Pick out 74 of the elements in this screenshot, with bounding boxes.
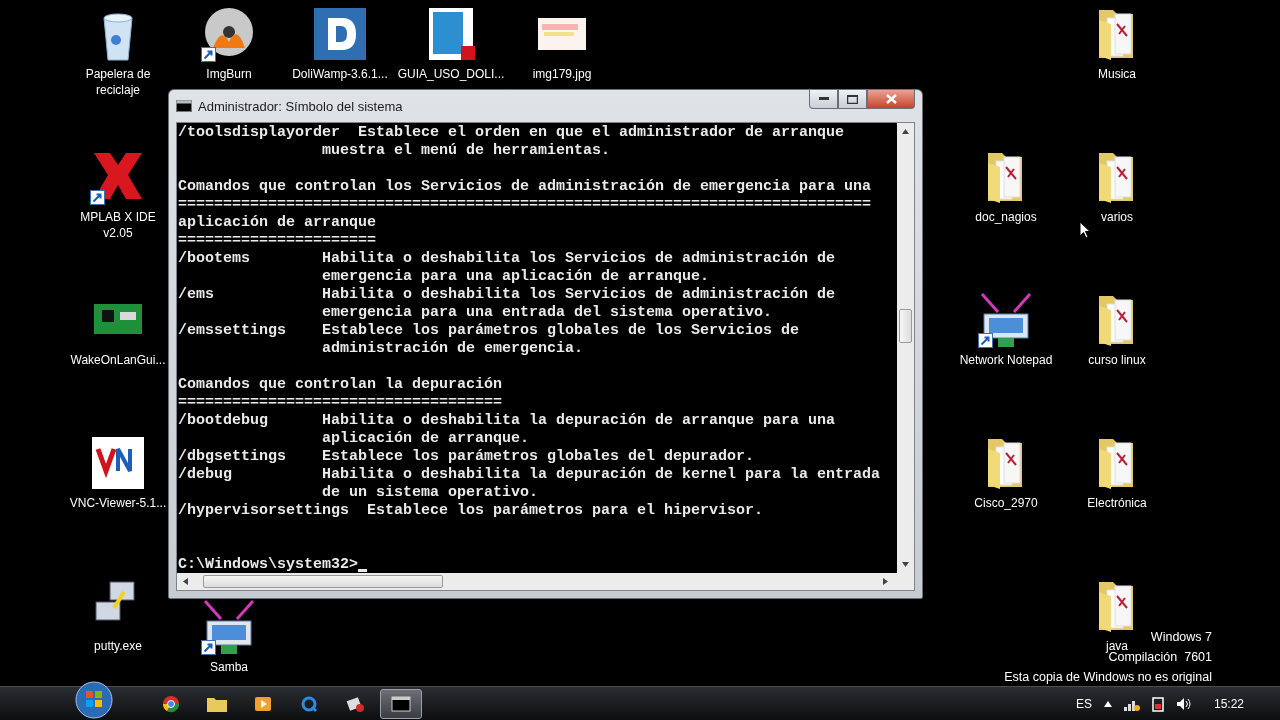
console-line: administración de emergencia. bbox=[321, 340, 585, 358]
console-line: /ems Habilita o deshabilita los Servicios de administración de bbox=[178, 286, 837, 304]
console-line: /emssettings Establece los parámetros globales de los Servicios de bbox=[178, 322, 801, 340]
vertical-scrollbar[interactable] bbox=[897, 123, 914, 573]
horizontal-scrollbar[interactable] bbox=[177, 573, 914, 590]
media-player-icon bbox=[254, 694, 272, 713]
icon-label[interactable]: MPLAB X IDE v2.05 bbox=[69, 209, 167, 241]
console-line: /bootdebug Habilita o deshabilita la depuración de arranque para una bbox=[178, 412, 837, 430]
icon-label[interactable]: VNC-Viewer-5.1... bbox=[69, 495, 167, 511]
console-line: /debug Habilita o deshabilita la depuración de kernel para la entrada bbox=[178, 466, 882, 484]
icon-label[interactable]: Cisco_2970 bbox=[974, 495, 1038, 511]
icon-label[interactable]: ImgBurn bbox=[206, 66, 252, 82]
scrollbar-thumb[interactable] bbox=[203, 575, 443, 588]
icon-label[interactable]: Musica bbox=[1098, 66, 1136, 82]
console-icon bbox=[391, 695, 411, 712]
icon-label[interactable]: img179.jpg bbox=[532, 66, 592, 82]
console-line: /bootems Habilita o deshabilita los Servicios de administración de bbox=[178, 250, 837, 268]
start-button[interactable] bbox=[74, 680, 114, 720]
command-prompt: C:\Windows\system32> bbox=[178, 556, 359, 573]
scroll-up-icon[interactable] bbox=[901, 127, 910, 136]
q-logo-icon bbox=[300, 694, 318, 713]
language-indicator[interactable]: ES bbox=[1075, 696, 1092, 711]
mouse-cursor-icon bbox=[1079, 221, 1091, 239]
maximize-button[interactable] bbox=[838, 90, 867, 109]
console-line: Comandos que controlan los Servicios de administración de emergencia para una bbox=[178, 178, 873, 196]
window-title: Administrador: Símbolo del sistema bbox=[198, 98, 404, 114]
scroll-right-icon[interactable] bbox=[881, 577, 890, 586]
close-icon bbox=[885, 94, 897, 104]
icon-label[interactable]: Network Notepad bbox=[959, 352, 1053, 368]
maximize-icon bbox=[847, 94, 858, 104]
close-button[interactable] bbox=[867, 90, 915, 109]
scrollbar-thumb[interactable] bbox=[899, 309, 912, 343]
icon-label[interactable]: GUIA_USO_DOLI... bbox=[397, 66, 505, 82]
show-hidden-icons-icon[interactable] bbox=[1103, 700, 1112, 707]
browser-icon bbox=[162, 694, 180, 713]
console-line: Comandos que controlan la depuración bbox=[178, 376, 504, 394]
console-line: emergencia para una entrada del sistema operativo. bbox=[321, 304, 774, 322]
console-line: ====================== bbox=[178, 232, 378, 250]
watermark-text: Windows 7 bbox=[1150, 629, 1212, 646]
console-line: de un sistema operativo. bbox=[321, 484, 540, 502]
watermark-text: Esta copia de Windows no es original bbox=[1004, 669, 1212, 686]
speaker-icon[interactable] bbox=[1175, 696, 1192, 711]
scroll-left-icon[interactable] bbox=[181, 577, 190, 586]
icon-label[interactable]: Electrónica bbox=[1087, 495, 1147, 511]
network-computer-icon bbox=[978, 292, 1034, 348]
icon-label[interactable]: putty.exe bbox=[94, 638, 142, 654]
console-icon bbox=[176, 100, 192, 112]
icon-label[interactable]: WakeOnLanGui... bbox=[70, 352, 166, 368]
minimize-button[interactable] bbox=[809, 90, 838, 109]
icon-label[interactable]: varios bbox=[1101, 209, 1133, 225]
vnc-logo-icon bbox=[90, 435, 146, 491]
network-tool-icon bbox=[345, 694, 365, 713]
icon-label[interactable]: java bbox=[1106, 638, 1128, 654]
console-line: /hypervisorsettings Establece los parámetros para el hipervisor. bbox=[178, 502, 765, 520]
battery-icon[interactable] bbox=[1151, 695, 1164, 712]
icon-label[interactable]: DoliWamp-3.6.1... bbox=[292, 66, 388, 82]
console-line: muestra el menú de herramientas. bbox=[321, 142, 612, 160]
console-line: /dbgsettings Establece los parámetros globales del depurador. bbox=[178, 448, 756, 466]
console-line: ==================================== bbox=[178, 394, 504, 412]
app-tile-icon bbox=[312, 6, 368, 62]
console-line: aplicación de arranque bbox=[178, 214, 378, 232]
clock[interactable]: 15:22 bbox=[1213, 696, 1244, 711]
minimize-icon bbox=[818, 97, 829, 101]
icon-label[interactable]: Papelera de reciclaje bbox=[69, 66, 167, 98]
scroll-down-icon[interactable] bbox=[901, 560, 910, 569]
icon-label[interactable]: doc_nagios bbox=[975, 209, 1037, 225]
console-line: emergencia para una aplicación de arranque. bbox=[321, 268, 711, 286]
icon-label[interactable]: curso linux bbox=[1088, 352, 1146, 368]
icon-label[interactable]: Samba bbox=[210, 659, 248, 676]
console-line: ============================================================================= bbox=[178, 196, 873, 214]
taskbar-button[interactable] bbox=[380, 688, 422, 719]
console-line: aplicación de arranque. bbox=[321, 430, 531, 448]
console-line: /toolsdisplayorder Establece el orden en que el administrador de arranque bbox=[178, 124, 846, 142]
text-cursor bbox=[358, 569, 368, 572]
